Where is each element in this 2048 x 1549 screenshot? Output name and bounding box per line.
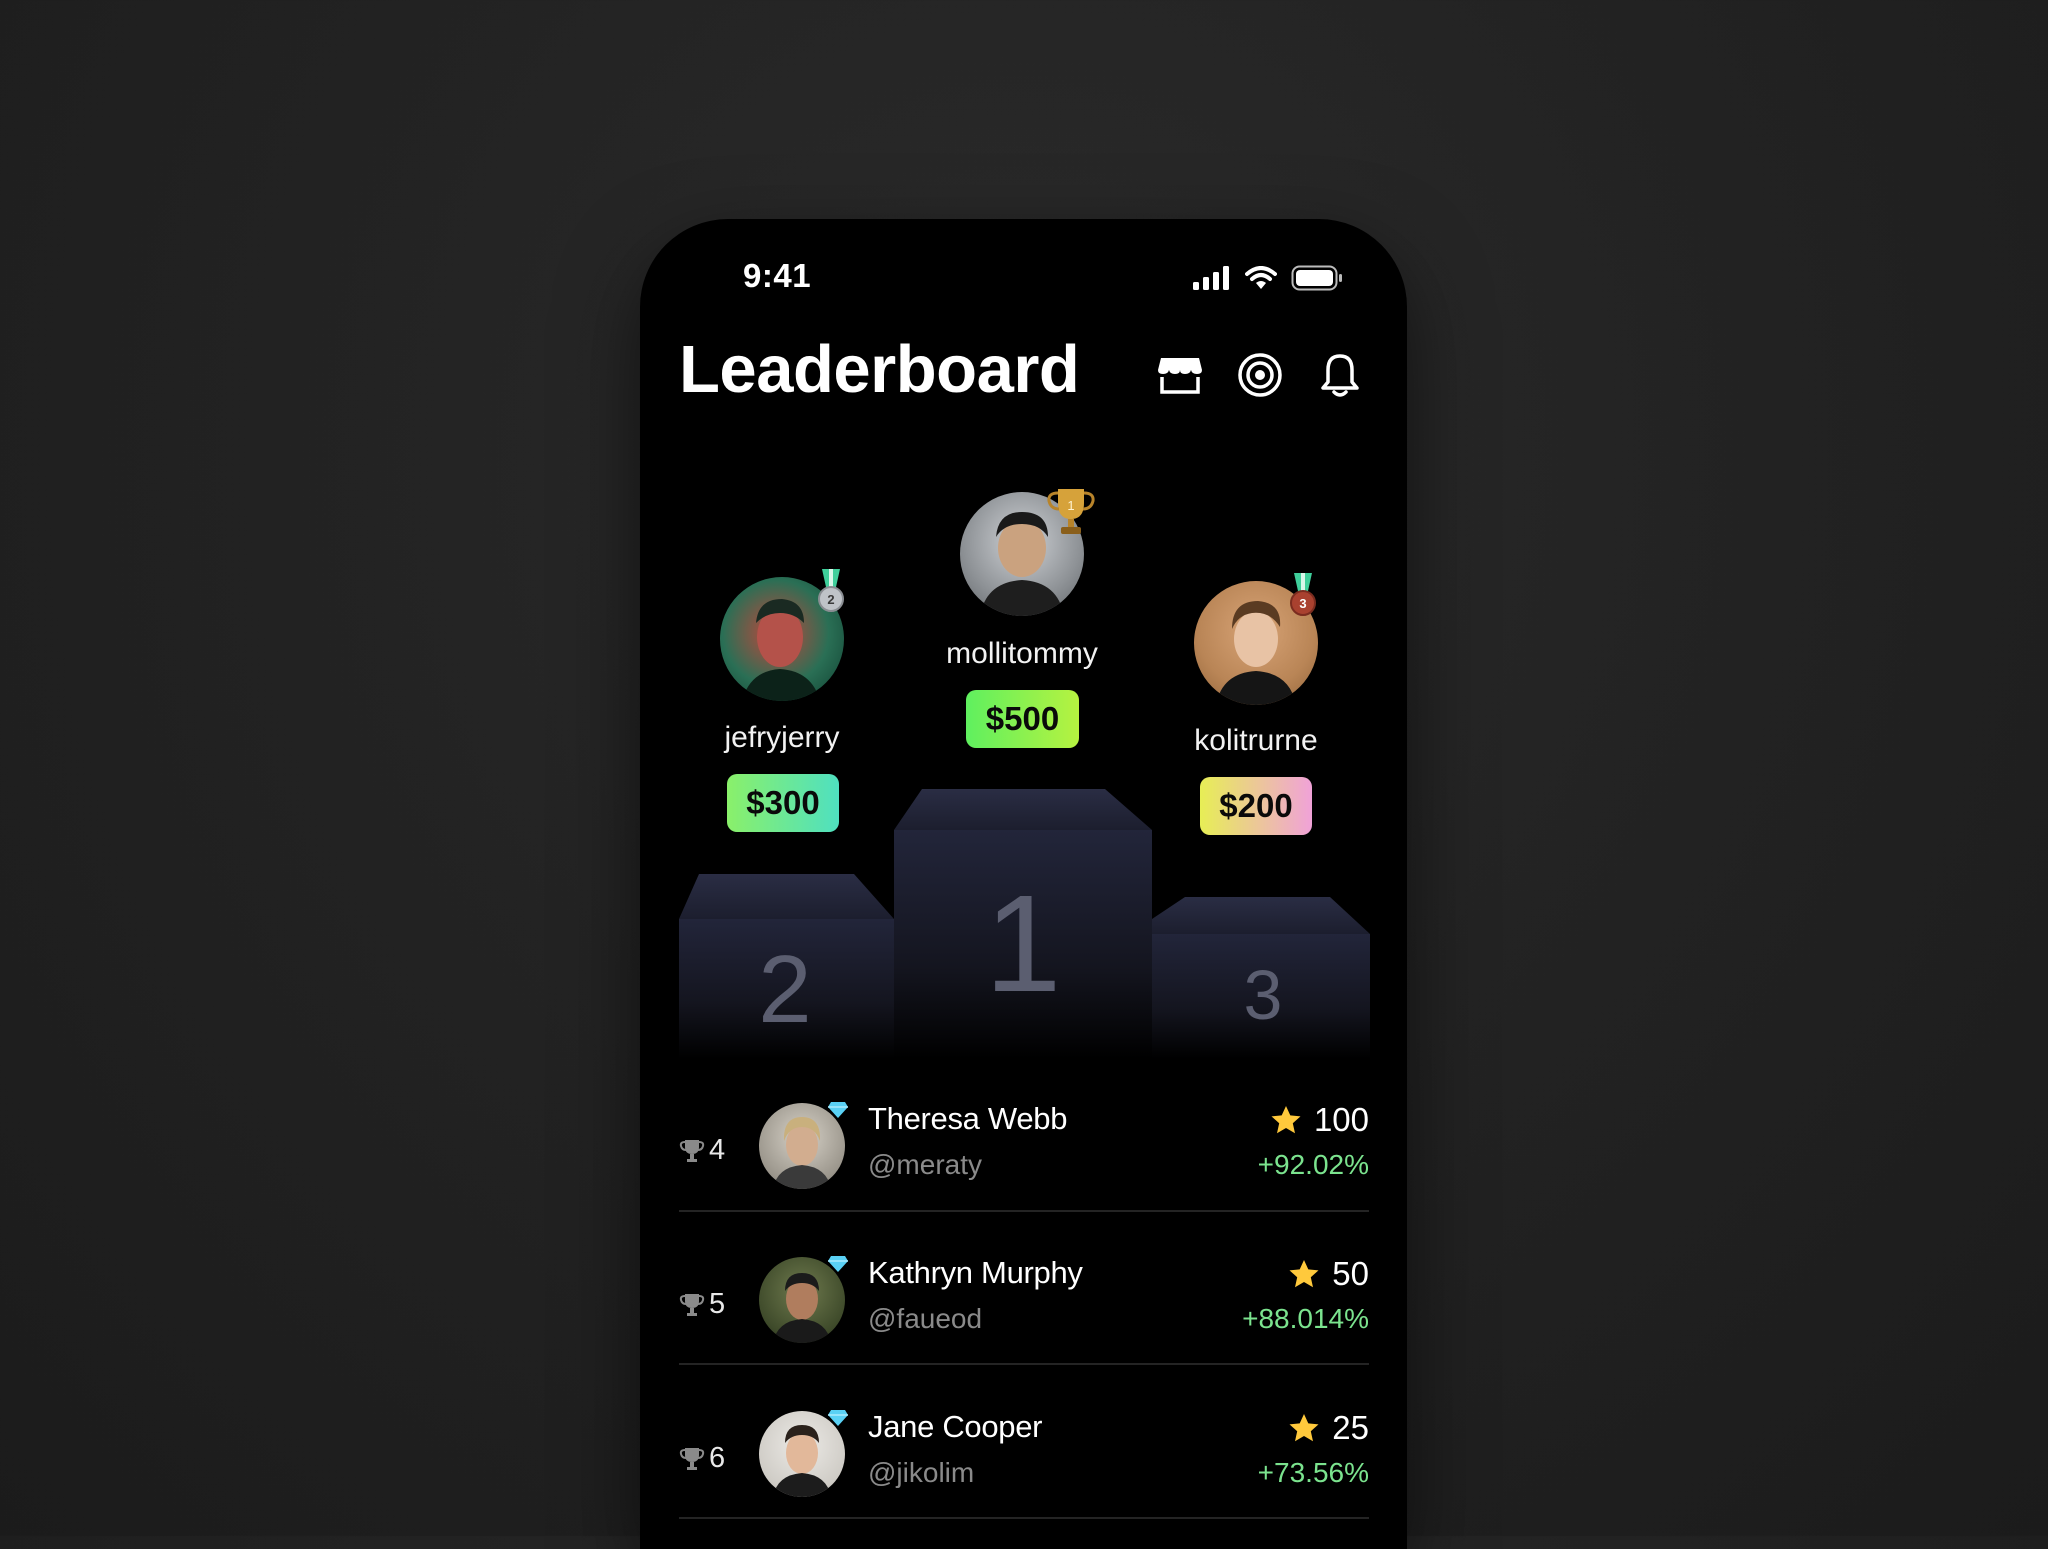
prize-first: $500 bbox=[966, 690, 1079, 748]
divider bbox=[679, 1517, 1369, 1519]
silver-medal-icon: 2 bbox=[818, 569, 844, 612]
list-item[interactable]: 4 Theresa Webb @meraty 100 +92.02% bbox=[679, 1091, 1369, 1245]
prize-second: $300 bbox=[727, 774, 839, 832]
change-percent: +88.014% bbox=[1242, 1303, 1369, 1334]
star-icon bbox=[1271, 1106, 1301, 1134]
list-item[interactable]: 6 Jane Cooper @jikolim 25 +73.56% bbox=[679, 1399, 1369, 1549]
medal-number-second: 2 bbox=[827, 592, 834, 607]
rank: 5 bbox=[679, 1288, 725, 1321]
medal-number-third: 3 bbox=[1299, 596, 1306, 611]
rank: 6 bbox=[679, 1442, 725, 1475]
divider bbox=[679, 1210, 1369, 1212]
star-icon bbox=[1289, 1414, 1319, 1442]
user-handle: @meraty bbox=[868, 1149, 982, 1180]
user-name: Kathryn Murphy bbox=[868, 1255, 1083, 1290]
rank-number: 6 bbox=[709, 1442, 726, 1474]
list-item[interactable]: 5 Kathryn Murphy @faueod 50 +88.014% bbox=[679, 1245, 1369, 1399]
score-value: 25 bbox=[1332, 1409, 1369, 1446]
diamond-icon bbox=[828, 1102, 848, 1118]
user-name: Jane Cooper bbox=[868, 1409, 1043, 1444]
score-value: 50 bbox=[1332, 1255, 1369, 1292]
rank-number: 4 bbox=[709, 1134, 726, 1166]
rank-number: 5 bbox=[709, 1288, 726, 1320]
change-percent: +73.56% bbox=[1257, 1457, 1369, 1488]
trophy-icon: 1 bbox=[1047, 489, 1095, 534]
score-value: 100 bbox=[1313, 1101, 1369, 1138]
username-second: jefryjerry bbox=[724, 721, 840, 754]
change-percent: +92.02% bbox=[1257, 1149, 1369, 1180]
phone-screen: 9:41 Leaderboard 2 1 3 1 mollitommy $500… bbox=[640, 219, 1407, 1549]
diamond-icon bbox=[828, 1256, 848, 1272]
diamond-icon bbox=[828, 1410, 848, 1426]
user-name: Theresa Webb bbox=[868, 1101, 1068, 1136]
divider bbox=[679, 1363, 1369, 1365]
score: 100 bbox=[1270, 1101, 1369, 1139]
trophy-small-icon bbox=[679, 1139, 705, 1162]
username-third: kolitrurne bbox=[1194, 724, 1318, 757]
user-handle: @jikolim bbox=[868, 1457, 975, 1488]
user-handle: @faueod bbox=[868, 1303, 983, 1334]
trophy-small-icon bbox=[679, 1447, 705, 1470]
prize-third: $200 bbox=[1200, 777, 1312, 835]
podium-number-third: 3 bbox=[1243, 956, 1283, 1034]
podium-number-second: 2 bbox=[758, 936, 812, 1043]
star-icon bbox=[1289, 1260, 1319, 1288]
podium-number-first: 1 bbox=[984, 867, 1062, 1021]
username-first: mollitommy bbox=[946, 637, 1098, 670]
score: 50 bbox=[1288, 1255, 1369, 1293]
rank: 4 bbox=[679, 1134, 725, 1167]
trophy-number: 1 bbox=[1067, 498, 1074, 513]
score: 25 bbox=[1288, 1409, 1369, 1447]
bronze-medal-icon: 3 bbox=[1290, 573, 1316, 616]
trophy-small-icon bbox=[679, 1293, 705, 1316]
